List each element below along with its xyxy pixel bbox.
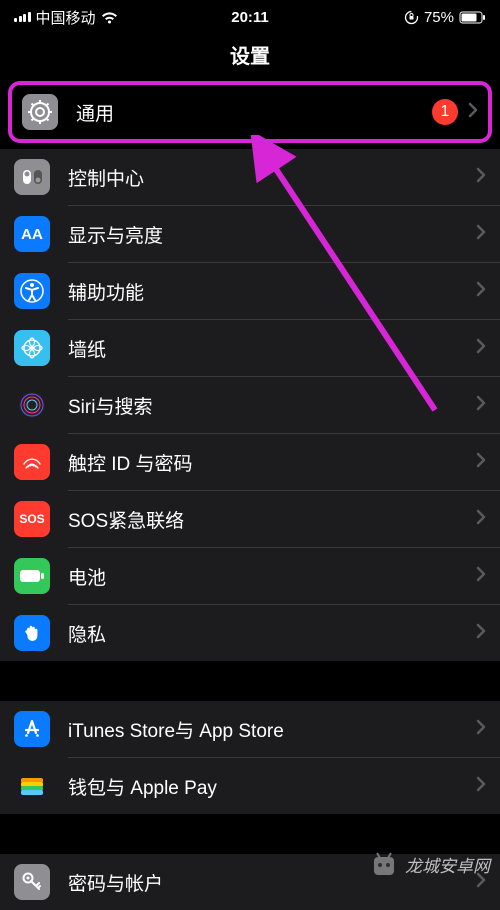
row-accessibility[interactable]: 辅助功能	[0, 263, 500, 319]
row-battery-label: 电池	[68, 563, 476, 590]
row-display[interactable]: AA 显示与亮度	[0, 206, 500, 262]
chevron-right-icon	[476, 719, 486, 740]
row-general[interactable]: 通用 1	[12, 85, 488, 139]
battery-row-icon	[14, 558, 50, 594]
row-siri[interactable]: Siri与搜索	[0, 377, 500, 433]
annotation-highlight: 通用 1	[8, 81, 492, 143]
chevron-right-icon	[468, 102, 478, 123]
status-time: 20:11	[231, 9, 269, 26]
row-control-center[interactable]: 控制中心	[0, 149, 500, 205]
chevron-right-icon	[476, 167, 486, 188]
row-control-center-label: 控制中心	[68, 164, 476, 191]
row-touchid[interactable]: 触控 ID 与密码	[0, 434, 500, 490]
accessibility-icon	[14, 273, 50, 309]
signal-icon	[14, 12, 31, 22]
battery-percent: 75%	[424, 9, 454, 26]
fingerprint-icon	[14, 444, 50, 480]
battery-icon	[459, 11, 486, 24]
row-battery[interactable]: 电池	[0, 548, 500, 604]
status-bar: 中国移动 20:11 75%	[0, 0, 500, 30]
row-wallet[interactable]: 钱包与 Apple Pay	[0, 758, 500, 814]
row-appstore-label: iTunes Store与 App Store	[68, 716, 476, 743]
siri-icon	[14, 387, 50, 423]
wallpaper-icon	[14, 330, 50, 366]
watermark: 龙城安卓网	[369, 849, 490, 879]
row-wallpaper[interactable]: 墙纸	[0, 320, 500, 376]
row-privacy[interactable]: 隐私	[0, 605, 500, 661]
row-appstore[interactable]: iTunes Store与 App Store	[0, 701, 500, 757]
sos-icon: SOS	[14, 501, 50, 537]
chevron-right-icon	[476, 338, 486, 359]
settings-group-1: 控制中心 AA 显示与亮度 辅助功能 墙纸 Siri与搜索	[0, 149, 500, 661]
chevron-right-icon	[476, 776, 486, 797]
chevron-right-icon	[476, 623, 486, 644]
row-sos[interactable]: SOS SOS紧急联络	[0, 491, 500, 547]
chevron-right-icon	[476, 224, 486, 245]
row-general-label: 通用	[76, 99, 432, 126]
control-center-icon	[14, 159, 50, 195]
settings-group-2: iTunes Store与 App Store 钱包与 Apple Pay	[0, 701, 500, 814]
chevron-right-icon	[476, 566, 486, 587]
chevron-right-icon	[476, 281, 486, 302]
chevron-right-icon	[476, 509, 486, 530]
hand-icon	[14, 615, 50, 651]
notification-badge: 1	[432, 99, 458, 125]
key-icon	[14, 864, 50, 900]
appstore-icon	[14, 711, 50, 747]
watermark-logo-icon	[369, 849, 399, 879]
row-display-label: 显示与亮度	[68, 221, 476, 248]
row-privacy-label: 隐私	[68, 620, 476, 647]
gear-icon	[22, 94, 58, 130]
wallet-icon	[14, 768, 50, 804]
chevron-right-icon	[476, 395, 486, 416]
carrier-label: 中国移动	[36, 7, 96, 28]
row-wallpaper-label: 墙纸	[68, 335, 476, 362]
row-touchid-label: 触控 ID 与密码	[68, 449, 476, 476]
rotation-lock-icon	[404, 10, 419, 25]
wifi-icon	[101, 11, 118, 24]
page-title: 设置	[0, 30, 500, 81]
display-icon: AA	[14, 216, 50, 252]
status-left: 中国移动	[14, 7, 118, 28]
row-siri-label: Siri与搜索	[68, 392, 476, 419]
row-sos-label: SOS紧急联络	[68, 506, 476, 533]
row-accessibility-label: 辅助功能	[68, 278, 476, 305]
status-right: 75%	[404, 9, 486, 26]
chevron-right-icon	[476, 452, 486, 473]
row-wallet-label: 钱包与 Apple Pay	[68, 773, 476, 800]
watermark-text: 龙城安卓网	[405, 852, 490, 877]
